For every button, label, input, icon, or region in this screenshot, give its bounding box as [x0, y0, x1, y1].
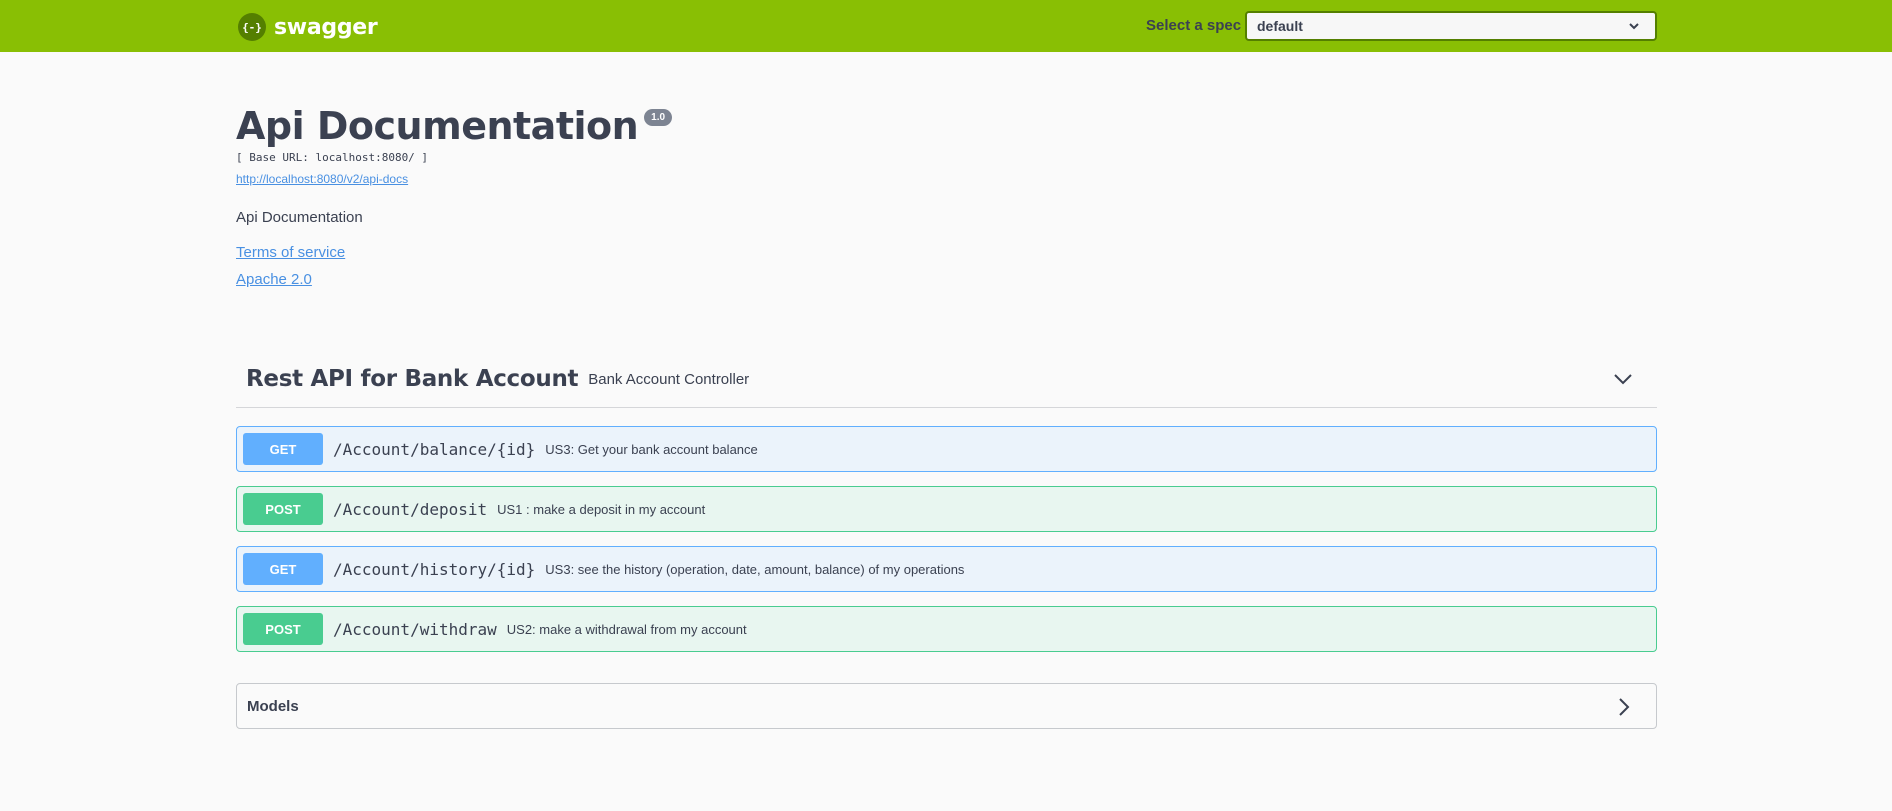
info-title-row: Api Documentation 1.0 [236, 104, 673, 148]
operation-summary: US2: make a withdrawal from my account [506, 621, 747, 637]
chevron-down-icon[interactable] [1613, 371, 1633, 387]
api-docs-link[interactable]: http://localhost:8080/v2/api-docs [236, 172, 408, 186]
operation-path: /Account/withdraw [333, 619, 497, 639]
method-badge: GET [243, 553, 323, 585]
method-badge: POST [243, 613, 323, 645]
operation-post-deposit[interactable]: POST /Account/deposit US1 : make a depos… [236, 486, 1657, 532]
license-link[interactable]: Apache 2.0 [236, 271, 312, 288]
operation-get-balance[interactable]: GET /Account/balance/{id} US3: Get your … [236, 426, 1657, 472]
operation-summary: US3: Get your bank account balance [545, 441, 758, 457]
select-spec-label: Select a spec [1146, 17, 1242, 34]
operation-path: /Account/history/{id} [333, 559, 536, 579]
method-badge: GET [243, 433, 323, 465]
base-url: [ Base URL: localhost:8080/ ] [236, 151, 429, 164]
tag-description: Bank Account Controller [588, 370, 750, 388]
operation-get-history[interactable]: GET /Account/history/{id} US3: see the h… [236, 546, 1657, 592]
terms-of-service-link[interactable]: Terms of service [236, 244, 345, 261]
operation-post-withdraw[interactable]: POST /Account/withdraw US2: make a withd… [236, 606, 1657, 652]
spec-select[interactable]: default [1245, 11, 1657, 41]
operation-summary: US3: see the history (operation, date, a… [545, 561, 965, 577]
version-badge: 1.0 [644, 109, 673, 126]
chevron-right-icon[interactable] [1616, 697, 1632, 717]
operation-path: /Account/deposit [333, 499, 488, 519]
tag-header-bank-account[interactable]: Rest API for Bank Account Bank Account C… [236, 351, 1657, 408]
models-title: Models [247, 697, 299, 715]
brand-name: swagger [274, 14, 378, 40]
topbar: {-} swagger Select a spec default [0, 0, 1892, 52]
operation-path: /Account/balance/{id} [333, 439, 536, 459]
api-description: Api Documentation [236, 209, 363, 226]
swagger-logo[interactable]: {-} swagger [238, 13, 378, 41]
swagger-icon: {-} [238, 13, 266, 41]
method-badge: POST [243, 493, 323, 525]
models-section[interactable]: Models [236, 683, 1657, 729]
tag-name: Rest API for Bank Account [246, 366, 579, 392]
chevron-down-icon [1629, 23, 1639, 30]
page-title: Api Documentation [236, 104, 639, 148]
operation-summary: US1 : make a deposit in my account [497, 501, 706, 517]
spec-select-value: default [1257, 18, 1303, 34]
